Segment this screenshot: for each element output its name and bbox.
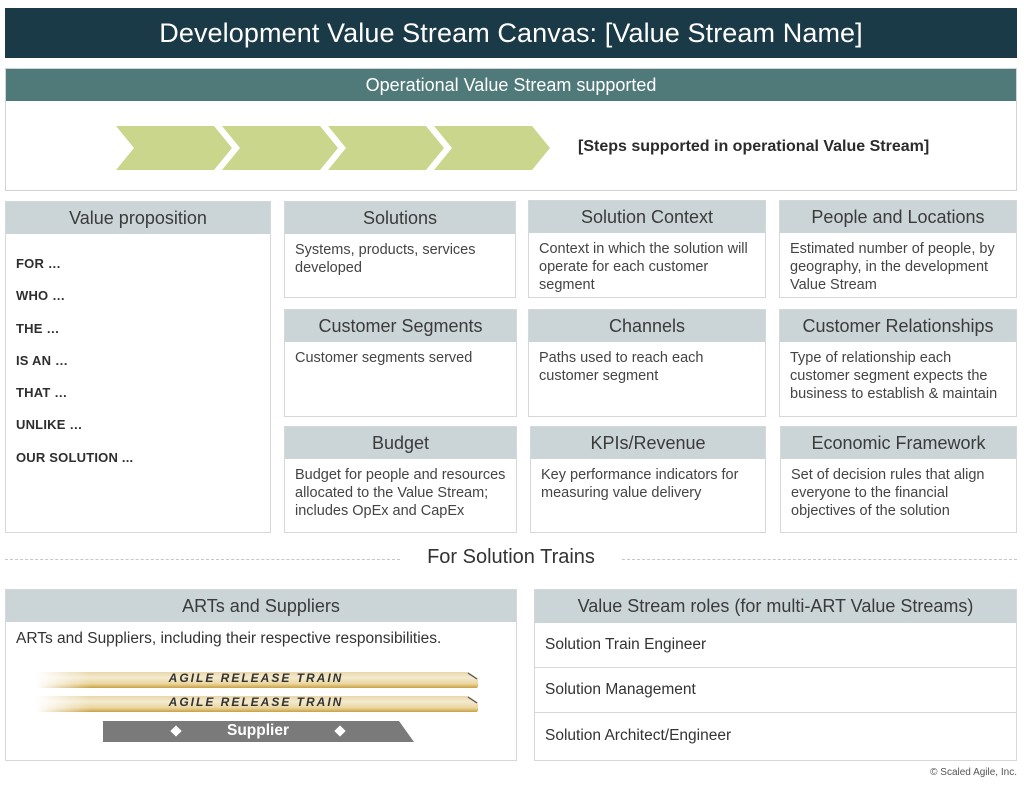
arts-suppliers-description: ARTs and Suppliers, including their resp…: [16, 630, 442, 647]
customer-segments-description: Customer segments served: [295, 350, 473, 366]
role-row-solution-management[interactable]: Solution Management: [535, 668, 1016, 713]
train-label: AGILE RELEASE TRAIN: [168, 671, 344, 685]
operational-value-stream-header: Operational Value Stream supported: [6, 69, 1016, 101]
people-locations-header: People and Locations: [780, 201, 1016, 233]
customer-relationships-card[interactable]: Customer Relationships Type of relations…: [779, 309, 1017, 417]
value-proposition-header: Value proposition: [6, 202, 270, 234]
solution-trains-separator: For Solution Trains: [5, 546, 1017, 572]
role-row-solution-train-engineer[interactable]: Solution Train Engineer: [535, 623, 1016, 668]
customer-relationships-header: Customer Relationships: [780, 310, 1016, 342]
value-stream-steps: [116, 126, 550, 170]
economic-framework-description: Set of decision rules that align everyon…: [791, 467, 985, 519]
arts-suppliers-header: ARTs and Suppliers: [6, 590, 516, 622]
supplier-bar: Supplier: [103, 721, 415, 742]
step-chevron-2[interactable]: [222, 126, 338, 170]
steps-placeholder: [Steps supported in operational Value St…: [578, 138, 930, 155]
arts-suppliers-card[interactable]: ARTs and Suppliers ARTs and Suppliers, i…: [5, 589, 517, 761]
budget-card[interactable]: Budget Budget for people and resources a…: [284, 426, 517, 533]
kpis-header: KPIs/Revenue: [531, 427, 765, 459]
customer-relationships-description: Type of relationship each customer segme…: [790, 350, 998, 402]
kpis-card[interactable]: KPIs/Revenue Key performance indicators …: [530, 426, 766, 533]
canvas-title: Development Value Stream Canvas: [Value …: [5, 8, 1017, 58]
customer-segments-header: Customer Segments: [285, 310, 516, 342]
solutions-description: Systems, products, services developed: [295, 242, 476, 276]
solutions-header: Solutions: [285, 202, 515, 234]
vp-item-is-an: IS AN …: [16, 352, 69, 368]
solution-context-description: Context in which the solution will opera…: [539, 241, 748, 293]
role-row-solution-architect[interactable]: Solution Architect/Engineer: [535, 713, 1016, 758]
copyright-notice: © Scaled Agile, Inc.: [930, 767, 1017, 778]
step-chevron-1[interactable]: [116, 126, 232, 170]
vp-item-the: THE …: [16, 320, 60, 336]
agile-release-train-2: AGILE RELEASE TRAIN: [36, 694, 486, 712]
value-stream-roles-card[interactable]: Value Stream roles (for multi-ART Value …: [534, 589, 1017, 761]
vp-item-who: WHO …: [16, 288, 66, 304]
step-chevron-3[interactable]: [328, 126, 444, 170]
value-proposition-card[interactable]: Value proposition FOR … WHO … THE … IS A…: [5, 201, 271, 533]
solution-trains-label: For Solution Trains: [427, 546, 595, 568]
channels-description: Paths used to reach each customer segmen…: [539, 350, 704, 384]
vp-item-that: THAT …: [16, 385, 68, 401]
people-locations-description: Estimated number of people, by geography…: [790, 241, 995, 293]
budget-description: Budget for people and resources allocate…: [295, 467, 506, 519]
economic-framework-card[interactable]: Economic Framework Set of decision rules…: [780, 426, 1017, 533]
step-chevron-4[interactable]: [434, 126, 550, 170]
train-label: AGILE RELEASE TRAIN: [168, 695, 344, 709]
channels-header: Channels: [529, 310, 765, 342]
supplier-label: Supplier: [226, 722, 289, 739]
customer-segments-card[interactable]: Customer Segments Customer segments serv…: [284, 309, 517, 417]
solution-context-header: Solution Context: [529, 201, 765, 233]
kpis-description: Key performance indicators for measuring…: [541, 467, 739, 501]
vp-item-our-solution: OUR SOLUTION ...: [16, 449, 134, 465]
separator-line-right: [622, 559, 1017, 560]
economic-framework-header: Economic Framework: [781, 427, 1016, 459]
solutions-card[interactable]: Solutions Systems, products, services de…: [284, 201, 516, 298]
vp-item-unlike: UNLIKE …: [16, 417, 83, 433]
channels-card[interactable]: Channels Paths used to reach each custom…: [528, 309, 766, 417]
vp-item-for: FOR …: [16, 256, 62, 271]
operational-value-stream-panel: Operational Value Stream supported [Step…: [5, 68, 1017, 191]
solution-context-card[interactable]: Solution Context Context in which the so…: [528, 200, 766, 298]
agile-release-train-1: AGILE RELEASE TRAIN: [36, 670, 486, 688]
value-stream-roles-header: Value Stream roles (for multi-ART Value …: [535, 590, 1016, 623]
budget-header: Budget: [285, 427, 516, 459]
people-locations-card[interactable]: People and Locations Estimated number of…: [779, 200, 1017, 298]
